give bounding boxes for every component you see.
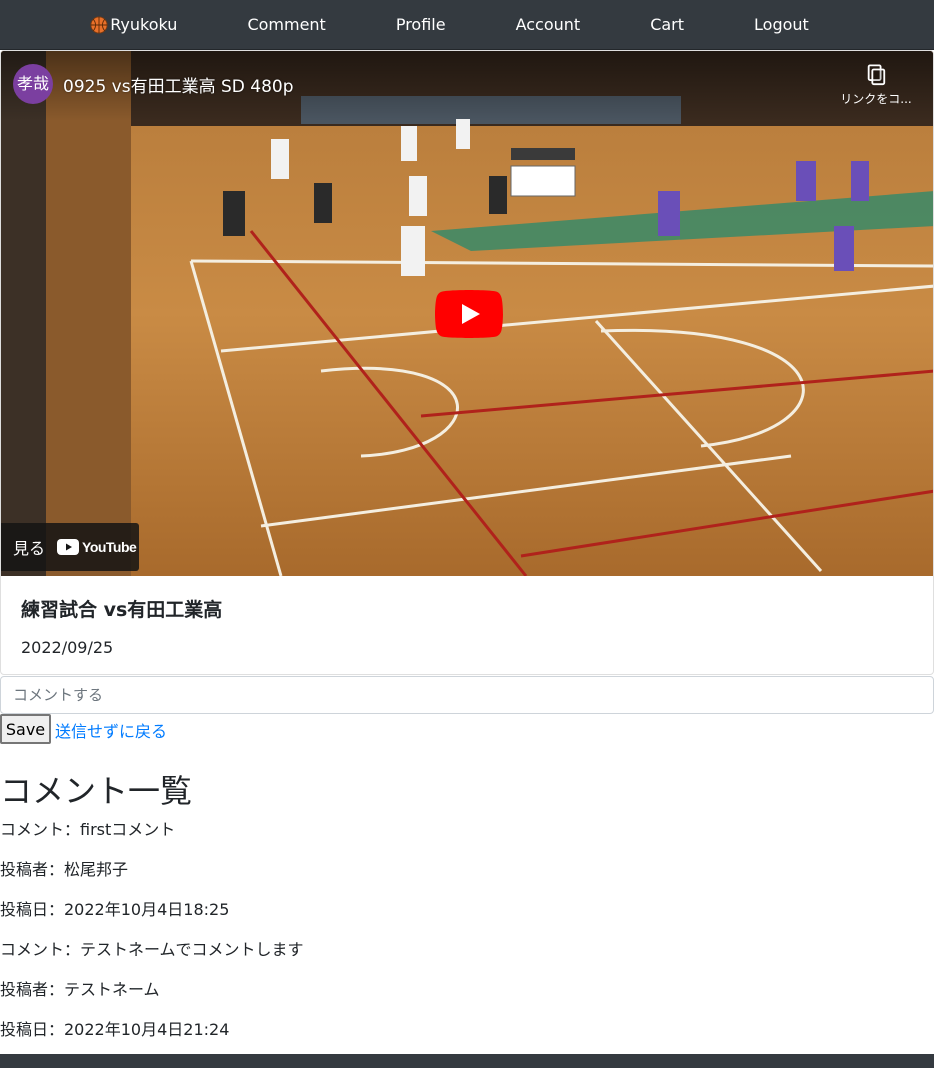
watch-on-youtube-button[interactable]: 見る YouTube: [1, 523, 139, 571]
play-button-icon[interactable]: [435, 290, 503, 338]
comment-text: コメント：firstコメント: [0, 820, 176, 839]
youtube-play-icon: [57, 539, 80, 555]
channel-avatar[interactable]: 孝哉: [13, 64, 53, 104]
card-body: 練習試合 vs有田工業高 2022/09/25: [21, 595, 222, 657]
comment-list-heading: コメント一覧: [0, 772, 193, 810]
copy-icon: [867, 64, 886, 86]
nav-account[interactable]: Account: [481, 0, 616, 50]
copy-link-label: リンクをコ...: [840, 92, 912, 106]
youtube-logo-text: YouTube: [82, 539, 137, 555]
comment-author: 投稿者：テストネーム: [0, 980, 160, 999]
nav-profile[interactable]: Profile: [361, 0, 481, 50]
watch-label: 見る: [13, 539, 46, 558]
comment-text: コメント：テストネームでコメントします: [0, 940, 304, 959]
basketball-icon: [90, 15, 108, 34]
comment-date: 投稿日：2022年10月4日21:24: [0, 1020, 230, 1039]
brand-link[interactable]: Ryukoku: [90, 0, 212, 50]
back-without-submit-link[interactable]: 送信せずに戻る: [55, 718, 167, 742]
video-title[interactable]: 0925 vs有田工業高 SD 480p: [63, 72, 294, 97]
comment-author: 投稿者：松尾邦子: [0, 860, 129, 879]
save-button[interactable]: Save: [0, 714, 51, 744]
youtube-logo: YouTube: [57, 539, 137, 555]
footer-bar: [0, 1054, 934, 1068]
post-date: 2022/09/25: [21, 638, 114, 657]
comment-date: 投稿日：2022年10月4日18:25: [0, 900, 230, 919]
nav-cart[interactable]: Cart: [615, 0, 719, 50]
youtube-embed[interactable]: 孝哉 0925 vs有田工業高 SD 480p リンクをコ... 見る YouT…: [1, 51, 933, 576]
nav-comment[interactable]: Comment: [212, 0, 360, 50]
comment-input[interactable]: [0, 676, 934, 714]
post-title: 練習試合 vs有田工業高: [21, 599, 223, 621]
nav-logout[interactable]: Logout: [719, 0, 844, 50]
brand-label: Ryukoku: [110, 14, 178, 34]
nav-links: Ryukoku Comment Profile Account Cart Log…: [90, 0, 844, 50]
post-card: 孝哉 0925 vs有田工業高 SD 480p リンクをコ... 見る YouT…: [0, 50, 934, 675]
top-navbar: Ryukoku Comment Profile Account Cart Log…: [0, 0, 934, 50]
copy-link-button[interactable]: リンクをコ...: [831, 61, 921, 107]
